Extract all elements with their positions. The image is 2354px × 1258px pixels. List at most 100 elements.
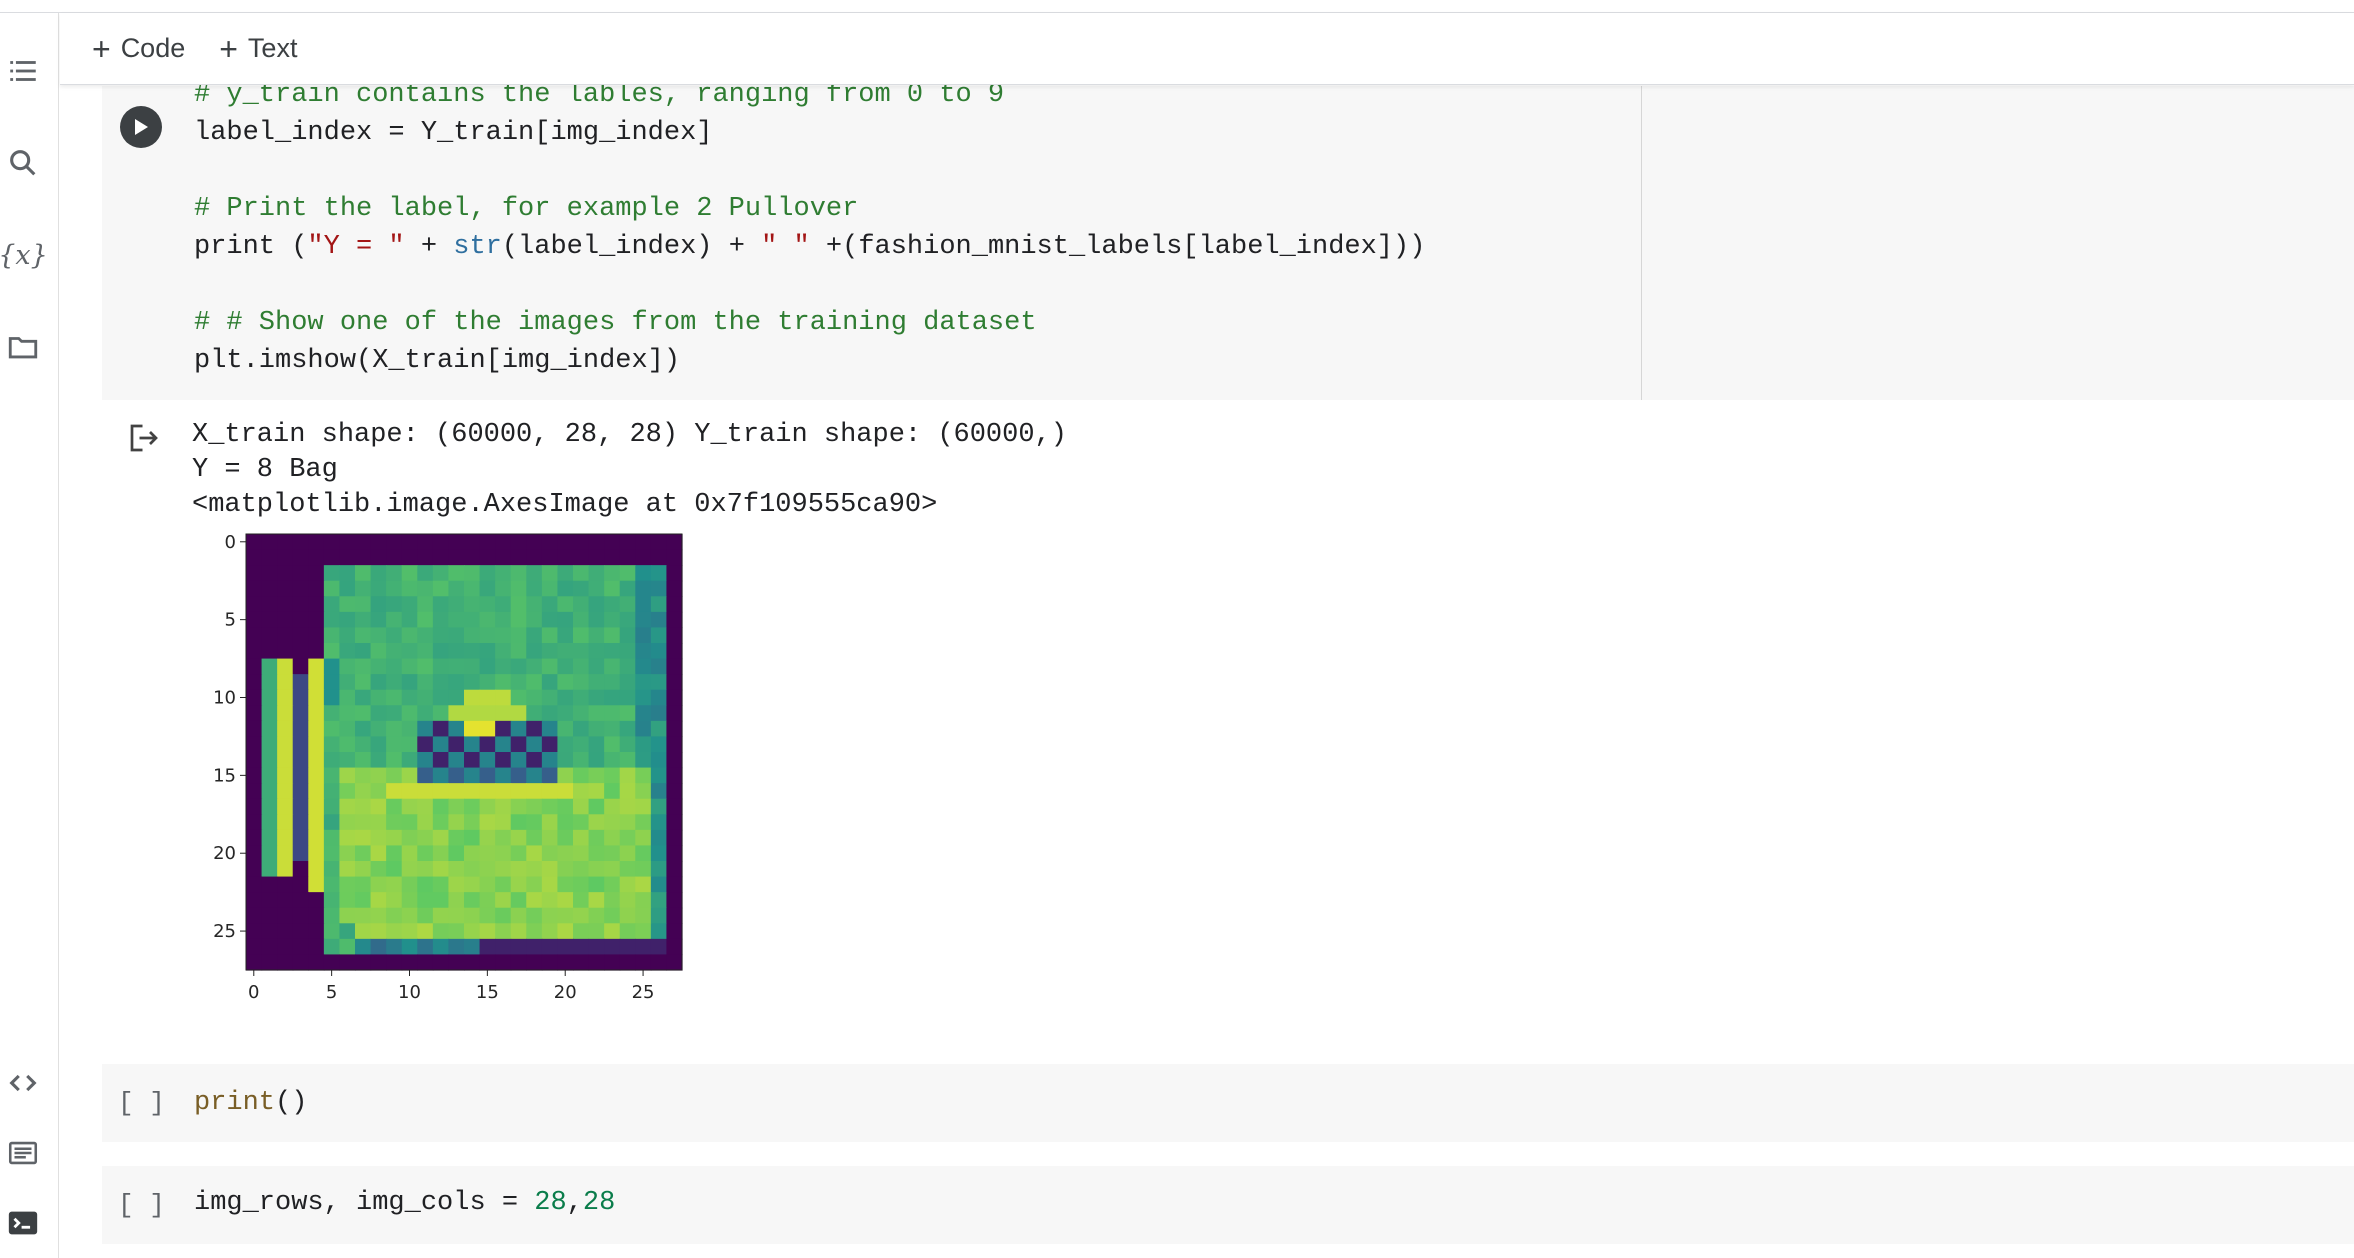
image-pixel	[448, 549, 465, 566]
toc-icon[interactable]	[0, 48, 46, 94]
output-redirect-icon[interactable]	[126, 420, 162, 456]
image-pixel	[277, 549, 294, 566]
image-pixel	[432, 596, 450, 613]
image-pixel	[339, 658, 356, 675]
y-tick-label: 20	[213, 843, 236, 864]
terminal-icon[interactable]	[0, 1200, 46, 1246]
image-pixel	[635, 752, 652, 769]
image-pixel	[401, 565, 418, 582]
image-pixel	[666, 954, 683, 971]
image-pixel	[355, 534, 372, 551]
image-pixel	[541, 767, 559, 784]
image-pixel	[604, 861, 621, 878]
code-comment: # # Show one of the images from the trai…	[194, 308, 1037, 338]
image-pixel	[635, 876, 652, 893]
image-pixel	[588, 549, 605, 566]
image-pixel	[308, 643, 325, 660]
image-pixel	[261, 861, 278, 878]
image-pixel	[417, 752, 434, 769]
image-pixel	[277, 938, 294, 956]
y-tick-label: 15	[213, 765, 236, 786]
image-pixel	[448, 658, 465, 675]
image-pixel	[432, 954, 450, 971]
image-pixel	[339, 923, 356, 940]
image-pixel	[292, 938, 309, 956]
image-pixel	[292, 798, 309, 815]
image-pixel	[432, 938, 450, 956]
image-pixel	[386, 689, 403, 706]
image-pixel	[573, 954, 590, 971]
image-pixel	[308, 907, 325, 924]
image-pixel	[401, 674, 418, 691]
run-cell-button[interactable]	[120, 106, 162, 148]
image-pixel	[401, 689, 418, 706]
image-pixel	[666, 845, 683, 862]
code-cell-3[interactable]: img_rows, img_cols = 28,28	[102, 1166, 2354, 1244]
image-pixel	[308, 845, 325, 862]
code-cell-1[interactable]: # y_train contains the lables, ranging f…	[102, 80, 2354, 400]
image-pixel	[386, 705, 403, 722]
image-pixel	[604, 752, 621, 769]
variables-icon[interactable]: {x}	[0, 232, 48, 278]
image-pixel	[541, 565, 559, 582]
image-pixel	[495, 534, 512, 551]
image-pixel	[510, 736, 527, 753]
image-pixel	[510, 674, 527, 691]
image-pixel	[370, 549, 387, 566]
image-pixel	[386, 907, 403, 924]
image-pixel	[417, 534, 434, 551]
image-pixel	[510, 705, 527, 722]
image-pixel	[432, 767, 450, 784]
image-pixel	[526, 923, 543, 940]
image-pixel	[401, 611, 418, 629]
command-palette-icon[interactable]	[0, 1130, 46, 1176]
image-pixel	[401, 783, 418, 800]
image-pixel	[479, 627, 496, 644]
image-pixel	[650, 938, 668, 956]
image-pixel	[370, 845, 387, 862]
image-pixel	[448, 845, 465, 862]
image-pixel	[479, 705, 496, 722]
image-pixel	[666, 938, 683, 956]
image-pixel	[464, 829, 481, 847]
search-icon[interactable]	[0, 140, 46, 186]
image-pixel	[355, 829, 372, 847]
code-cell-2[interactable]: print()	[102, 1064, 2354, 1142]
image-pixel	[557, 705, 574, 722]
image-pixel	[573, 549, 590, 566]
image-pixel	[619, 611, 636, 629]
image-pixel	[323, 658, 341, 675]
image-pixel	[526, 580, 543, 597]
image-pixel	[588, 658, 605, 675]
image-pixel	[401, 923, 418, 940]
image-pixel	[557, 845, 574, 862]
code-editor[interactable]: img_rows, img_cols = 28,28	[194, 1184, 615, 1222]
code-snippets-icon[interactable]	[0, 1060, 46, 1106]
image-pixel	[308, 627, 325, 644]
image-pixel	[370, 580, 387, 597]
image-pixel	[308, 674, 325, 691]
add-text-button[interactable]: + Text	[219, 33, 297, 65]
run-cell-button[interactable]: [ ]	[118, 1088, 165, 1118]
code-editor[interactable]: print()	[194, 1084, 307, 1122]
image-pixel	[495, 674, 512, 691]
image-pixel	[541, 892, 559, 909]
image-pixel	[619, 798, 636, 815]
image-pixel	[666, 892, 683, 909]
image-pixel	[541, 643, 559, 660]
image-pixel	[323, 814, 341, 831]
run-cell-button[interactable]: [ ]	[118, 1190, 165, 1220]
add-code-button[interactable]: + Code	[92, 33, 185, 65]
image-pixel	[355, 643, 372, 660]
image-pixel	[432, 876, 450, 893]
image-pixel	[588, 767, 605, 784]
add-text-label: Text	[247, 33, 298, 63]
image-pixel	[573, 643, 590, 660]
image-pixel	[417, 783, 434, 800]
folder-icon[interactable]	[0, 324, 46, 370]
image-pixel	[261, 736, 278, 753]
image-pixel	[448, 580, 465, 597]
code-editor[interactable]: # y_train contains the lables, ranging f…	[194, 76, 1425, 380]
image-pixel	[277, 720, 294, 738]
image-pixel	[557, 923, 574, 940]
